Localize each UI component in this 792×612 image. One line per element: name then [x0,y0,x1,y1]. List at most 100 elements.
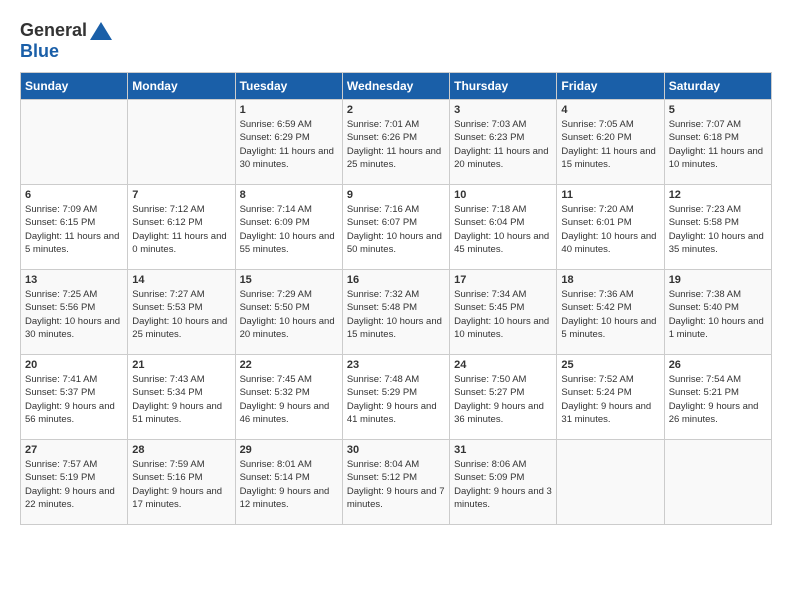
day-number: 23 [347,359,445,371]
day-number: 27 [25,444,123,456]
calendar-day-cell: 27 Sunrise: 7:57 AM Sunset: 5:19 PM Dayli… [21,440,128,525]
day-number: 15 [240,274,338,286]
calendar-day-cell [664,440,771,525]
calendar-day-cell: 2Sunrise: 7:01 AM Sunset: 6:26 PM Daylig… [342,100,449,185]
calendar-day-header: Monday [128,73,235,100]
calendar-day-cell: 12 Sunrise: 7:23 AM Sunset: 5:58 PM Dayli… [664,185,771,270]
day-detail: Sunrise: 7:45 AM Sunset: 5:32 PM Dayligh… [240,373,338,426]
calendar-body: 1 Sunrise: 6:59 AM Sunset: 6:29 PM Daylig… [21,100,772,525]
calendar-day-cell: 11 Sunrise: 7:20 AM Sunset: 6:01 PM Dayli… [557,185,664,270]
logo: General Blue [20,20,112,62]
day-number: 21 [132,359,230,371]
day-number: 30 [347,444,445,456]
day-detail: Sunrise: 7:57 AM Sunset: 5:19 PM Dayligh… [25,458,123,511]
calendar-day-header: Sunday [21,73,128,100]
calendar-day-cell: 26 Sunrise: 7:54 AM Sunset: 5:21 PM Dayli… [664,355,771,440]
day-detail: Sunrise: 7:27 AM Sunset: 5:53 PM Dayligh… [132,288,230,341]
calendar-day-cell: 18 Sunrise: 7:36 AM Sunset: 5:42 PM Dayli… [557,270,664,355]
day-number: 25 [561,359,659,371]
calendar-day-header: Saturday [664,73,771,100]
day-detail: Sunrise: 7:34 AM Sunset: 5:45 PM Dayligh… [454,288,552,341]
calendar-day-cell: 7 Sunrise: 7:12 AM Sunset: 6:12 PM Daylig… [128,185,235,270]
calendar-day-header: Friday [557,73,664,100]
day-detail: Sunrise: 7:25 AM Sunset: 5:56 PM Dayligh… [25,288,123,341]
day-number: 19 [669,274,767,286]
calendar-day-cell [128,100,235,185]
day-number: 26 [669,359,767,371]
day-number: 22 [240,359,338,371]
calendar-day-cell: 15 Sunrise: 7:29 AM Sunset: 5:50 PM Dayli… [235,270,342,355]
calendar-day-cell: 9 Sunrise: 7:16 AM Sunset: 6:07 PM Daylig… [342,185,449,270]
calendar-day-cell: 3 Sunrise: 7:03 AM Sunset: 6:23 PM Daylig… [450,100,557,185]
day-number: 29 [240,444,338,456]
day-detail: Sunrise: 7:14 AM Sunset: 6:09 PM Dayligh… [240,203,338,256]
day-number: 18 [561,274,659,286]
day-number: 16 [347,274,445,286]
logo-icon [90,22,112,40]
calendar-day-cell: 5 Sunrise: 7:07 AM Sunset: 6:18 PM Daylig… [664,100,771,185]
day-detail: Sunrise: 8:01 AM Sunset: 5:14 PM Dayligh… [240,458,338,511]
calendar-week-row: 13 Sunrise: 7:25 AM Sunset: 5:56 PM Dayli… [21,270,772,355]
day-detail: Sunrise: 7:43 AM Sunset: 5:34 PM Dayligh… [132,373,230,426]
calendar-day-cell: 16 Sunrise: 7:32 AM Sunset: 5:48 PM Dayli… [342,270,449,355]
calendar-day-cell: 25 Sunrise: 7:52 AM Sunset: 5:24 PM Dayli… [557,355,664,440]
day-number: 5 [669,104,767,116]
calendar-table: SundayMondayTuesdayWednesdayThursdayFrid… [20,72,772,525]
day-number: 13 [25,274,123,286]
day-number: 3 [454,104,552,116]
calendar-day-cell: 19 Sunrise: 7:38 AM Sunset: 5:40 PM Dayli… [664,270,771,355]
day-number: 24 [454,359,552,371]
logo-blue-text: Blue [20,41,59,62]
calendar-week-row: 27 Sunrise: 7:57 AM Sunset: 5:19 PM Dayli… [21,440,772,525]
day-number: 31 [454,444,552,456]
page-header: General Blue [20,20,772,62]
calendar-day-header: Tuesday [235,73,342,100]
calendar-day-header: Thursday [450,73,557,100]
day-detail: Sunrise: 7:05 AM Sunset: 6:20 PM Dayligh… [561,118,659,171]
calendar-day-cell: 17 Sunrise: 7:34 AM Sunset: 5:45 PM Dayli… [450,270,557,355]
day-detail: Sunrise: 7:41 AM Sunset: 5:37 PM Dayligh… [25,373,123,426]
day-detail: Sunrise: 6:59 AM Sunset: 6:29 PM Dayligh… [240,118,338,171]
day-number: 8 [240,189,338,201]
calendar-day-cell: 21 Sunrise: 7:43 AM Sunset: 5:34 PM Dayli… [128,355,235,440]
day-number: 4 [561,104,659,116]
day-detail: Sunrise: 7:09 AM Sunset: 6:15 PM Dayligh… [25,203,123,256]
day-detail: Sunrise: 7:48 AM Sunset: 5:29 PM Dayligh… [347,373,445,426]
calendar-day-cell: 4 Sunrise: 7:05 AM Sunset: 6:20 PM Daylig… [557,100,664,185]
day-detail: Sunrise: 7:23 AM Sunset: 5:58 PM Dayligh… [669,203,767,256]
calendar-day-cell: 14Sunrise: 7:27 AM Sunset: 5:53 PM Dayli… [128,270,235,355]
day-number: 11 [561,189,659,201]
day-detail: Sunrise: 7:52 AM Sunset: 5:24 PM Dayligh… [561,373,659,426]
day-number: 1 [240,104,338,116]
day-detail: Sunrise: 7:12 AM Sunset: 6:12 PM Dayligh… [132,203,230,256]
calendar-day-cell: 22 Sunrise: 7:45 AM Sunset: 5:32 PM Dayli… [235,355,342,440]
day-number: 12 [669,189,767,201]
calendar-week-row: 20Sunrise: 7:41 AM Sunset: 5:37 PM Dayli… [21,355,772,440]
day-detail: Sunrise: 7:29 AM Sunset: 5:50 PM Dayligh… [240,288,338,341]
day-detail: Sunrise: 8:04 AM Sunset: 5:12 PM Dayligh… [347,458,445,511]
day-detail: Sunrise: 7:59 AM Sunset: 5:16 PM Dayligh… [132,458,230,511]
day-detail: Sunrise: 7:20 AM Sunset: 6:01 PM Dayligh… [561,203,659,256]
day-number: 9 [347,189,445,201]
calendar-day-cell [21,100,128,185]
day-number: 7 [132,189,230,201]
day-detail: Sunrise: 7:01 AM Sunset: 6:26 PM Dayligh… [347,118,445,171]
day-detail: Sunrise: 7:03 AM Sunset: 6:23 PM Dayligh… [454,118,552,171]
day-detail: Sunrise: 7:36 AM Sunset: 5:42 PM Dayligh… [561,288,659,341]
logo-general-text: General [20,20,87,41]
day-detail: Sunrise: 7:38 AM Sunset: 5:40 PM Dayligh… [669,288,767,341]
day-number: 17 [454,274,552,286]
calendar-day-cell: 10 Sunrise: 7:18 AM Sunset: 6:04 PM Dayli… [450,185,557,270]
calendar-day-header: Wednesday [342,73,449,100]
calendar-day-cell: 20Sunrise: 7:41 AM Sunset: 5:37 PM Dayli… [21,355,128,440]
calendar-day-cell: 1 Sunrise: 6:59 AM Sunset: 6:29 PM Daylig… [235,100,342,185]
day-detail: Sunrise: 7:07 AM Sunset: 6:18 PM Dayligh… [669,118,767,171]
day-detail: Sunrise: 7:16 AM Sunset: 6:07 PM Dayligh… [347,203,445,256]
day-detail: Sunrise: 7:54 AM Sunset: 5:21 PM Dayligh… [669,373,767,426]
day-detail: Sunrise: 7:32 AM Sunset: 5:48 PM Dayligh… [347,288,445,341]
calendar-header-row: SundayMondayTuesdayWednesdayThursdayFrid… [21,73,772,100]
day-number: 28 [132,444,230,456]
day-detail: Sunrise: 7:18 AM Sunset: 6:04 PM Dayligh… [454,203,552,256]
day-detail: Sunrise: 8:06 AM Sunset: 5:09 PM Dayligh… [454,458,552,511]
day-number: 10 [454,189,552,201]
